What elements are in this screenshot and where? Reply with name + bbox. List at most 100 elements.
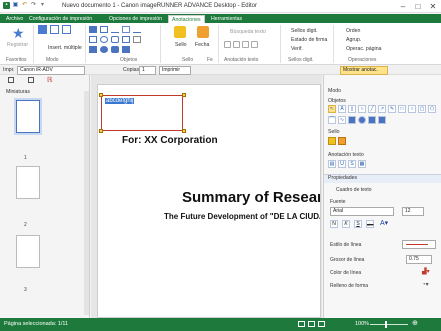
resize-handle-tl[interactable]: [99, 93, 103, 97]
operac-pagina-button[interactable]: Operac. página: [346, 46, 381, 52]
pencil-icon[interactable]: ✎: [388, 105, 396, 113]
underline-tool-icon[interactable]: U: [338, 160, 346, 168]
polygon-tool-icon[interactable]: [122, 36, 130, 43]
filled-polygon-icon[interactable]: [122, 46, 130, 53]
printer-select[interactable]: Canon iR-ADV: [17, 66, 85, 75]
sellos-digit-button[interactable]: Sellos digit.: [291, 28, 318, 34]
selected-textbox[interactable]: abcdefghij: [101, 95, 183, 131]
font-size-select[interactable]: 12: [402, 207, 424, 216]
save-icon[interactable]: ▣: [12, 2, 19, 9]
line-icon[interactable]: ╱: [368, 105, 376, 113]
line-tool-icon[interactable]: [111, 26, 119, 33]
circle-icon[interactable]: ○: [408, 105, 416, 113]
orden-button[interactable]: Orden: [346, 28, 360, 34]
view-double-icon[interactable]: [308, 321, 315, 327]
star-icon[interactable]: ★: [12, 26, 25, 40]
strike-button[interactable]: abc: [366, 220, 374, 228]
date-stamp-icon[interactable]: [338, 137, 346, 145]
text-tool-icon[interactable]: [89, 26, 97, 33]
print-button[interactable]: Imprimir: [159, 66, 191, 75]
text-tool-1-icon[interactable]: [224, 41, 231, 48]
document-page[interactable]: abcdefghij For: XX Corporation Summary o…: [97, 84, 321, 318]
copies-input[interactable]: 1: [139, 66, 156, 75]
roundrect-icon[interactable]: ▢: [418, 105, 426, 113]
a-tool-icon[interactable]: A: [338, 105, 346, 113]
zoom-slider-thumb[interactable]: [385, 321, 387, 328]
magnify-icon[interactable]: ○: [358, 105, 366, 113]
stamp-icon[interactable]: [328, 137, 336, 145]
filled-rounded-icon[interactable]: [111, 46, 119, 53]
filled-ellipse-icon[interactable]: [100, 46, 108, 53]
italic-button[interactable]: K: [342, 220, 350, 228]
thumbnail-page-1[interactable]: [14, 98, 42, 135]
bold-button[interactable]: N: [330, 220, 338, 228]
strike-tool-icon[interactable]: S: [348, 160, 356, 168]
verif-button[interactable]: Verif.: [291, 46, 303, 52]
dropdown-icon[interactable]: ▾: [39, 2, 46, 9]
textbox-tool-icon[interactable]: [100, 26, 108, 33]
bookmark-icon[interactable]: [28, 77, 34, 83]
view-single-icon[interactable]: [298, 321, 305, 327]
filled-rect-icon[interactable]: [89, 46, 97, 53]
arrow-tool-icon[interactable]: [122, 26, 130, 33]
resize-handle-br[interactable]: [182, 129, 186, 133]
fill-poly-icon[interactable]: [378, 116, 386, 124]
ellipse-tool-icon[interactable]: [100, 36, 108, 43]
line-width-input[interactable]: 0.75: [406, 255, 432, 264]
arrow-icon[interactable]: ↗: [378, 105, 386, 113]
tab-herramientas[interactable]: Herramientas: [208, 15, 245, 23]
rectangle-tool-icon[interactable]: [89, 36, 97, 43]
tab-archivo[interactable]: Archivo: [3, 15, 26, 23]
thumbnail-scrollbar[interactable]: [84, 91, 89, 315]
line-style-select[interactable]: [402, 240, 436, 249]
zoom-in-icon[interactable]: ⊕: [412, 320, 418, 328]
resize-handle-tr[interactable]: [182, 93, 186, 97]
zoom-slider[interactable]: [370, 324, 408, 325]
textbox-text[interactable]: abcdefghij: [105, 98, 135, 104]
undo-icon[interactable]: ↶: [21, 2, 28, 9]
tab-anotaciones[interactable]: Anotaciones: [168, 15, 205, 23]
line-color-icon[interactable]: ▟▾: [422, 268, 430, 275]
show-annotations-button[interactable]: Mostrar anotac.: [340, 66, 388, 75]
highlight-icon[interactable]: ▤: [328, 160, 336, 168]
fecha-button[interactable]: Fecha: [195, 42, 209, 48]
font-select[interactable]: Arial: [330, 207, 394, 216]
select-tool-icon[interactable]: ↖: [328, 105, 336, 113]
estado-firma-button[interactable]: Estado de firma: [291, 37, 327, 43]
search-text-button[interactable]: Búsqueda texto: [230, 29, 266, 35]
polyline-tool-icon[interactable]: [133, 36, 141, 43]
font-color-icon[interactable]: A▾: [380, 220, 388, 228]
text-tool-4-icon[interactable]: [251, 41, 258, 48]
insert-multiple-button[interactable]: Insert. múltiple: [48, 45, 82, 51]
maximize-button[interactable]: □: [411, 0, 425, 13]
fecha-icon[interactable]: [197, 26, 209, 38]
panel-icon[interactable]: [8, 77, 14, 83]
text-tool-2-icon[interactable]: [233, 41, 240, 48]
resize-handle-bl[interactable]: [99, 129, 103, 133]
fill-color-icon[interactable]: ◔▾: [422, 281, 429, 288]
close-button[interactable]: ✕: [426, 0, 440, 13]
attachment-icon[interactable]: ℝ: [47, 77, 53, 84]
fill-rect-icon[interactable]: [348, 116, 356, 124]
registrar-button[interactable]: Registrar: [7, 42, 28, 48]
thumbnail-page-2[interactable]: [16, 166, 40, 199]
mode-icon[interactable]: [38, 25, 47, 34]
tab-configuracion[interactable]: Configuración de impresión: [26, 15, 95, 23]
rect-icon[interactable]: □: [398, 105, 406, 113]
thumbnail-page-3[interactable]: [16, 235, 40, 268]
underline-button[interactable]: S: [354, 220, 362, 228]
rounded-rect-tool-icon[interactable]: [111, 36, 119, 43]
view-continuous-icon[interactable]: [318, 321, 325, 327]
agrup-button[interactable]: Agrup.: [346, 37, 361, 43]
sello-icon[interactable]: [174, 26, 186, 38]
zoom-icon[interactable]: [62, 25, 71, 34]
note-tool-icon[interactable]: ▦: [358, 160, 366, 168]
fill-circle-icon[interactable]: [358, 116, 366, 124]
tab-opciones[interactable]: Opciones de impresión: [106, 15, 165, 23]
polygon-icon[interactable]: ⬠: [428, 105, 436, 113]
fill-rounded-icon[interactable]: [368, 116, 376, 124]
redo-icon[interactable]: ↷: [30, 2, 37, 9]
sello-button[interactable]: Sello: [175, 42, 187, 48]
hand-icon[interactable]: [50, 25, 59, 34]
pen-tool-icon[interactable]: [133, 26, 141, 33]
